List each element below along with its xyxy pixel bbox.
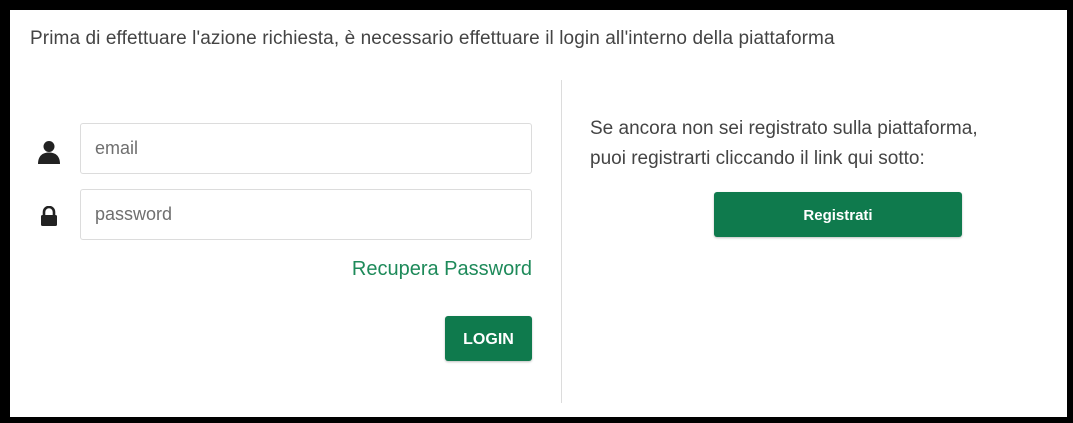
password-input[interactable] [80, 189, 532, 240]
register-prompt-line-1: Se ancora non sei registrato sulla piatt… [590, 118, 978, 139]
register-button[interactable]: Registrati [714, 192, 962, 237]
email-input[interactable] [80, 123, 532, 174]
lock-icon [41, 206, 57, 226]
recover-password-link[interactable]: Recupera Password [352, 258, 532, 281]
column-divider [561, 80, 562, 403]
intro-message: Prima di effettuare l'azione richiesta, … [30, 28, 835, 49]
user-icon [38, 141, 60, 164]
login-button[interactable]: LOGIN [445, 316, 532, 361]
register-prompt-line-2: puoi registrarti cliccando il link qui s… [590, 148, 925, 169]
register-prompt: Se ancora non sei registrato sulla piatt… [590, 114, 978, 174]
